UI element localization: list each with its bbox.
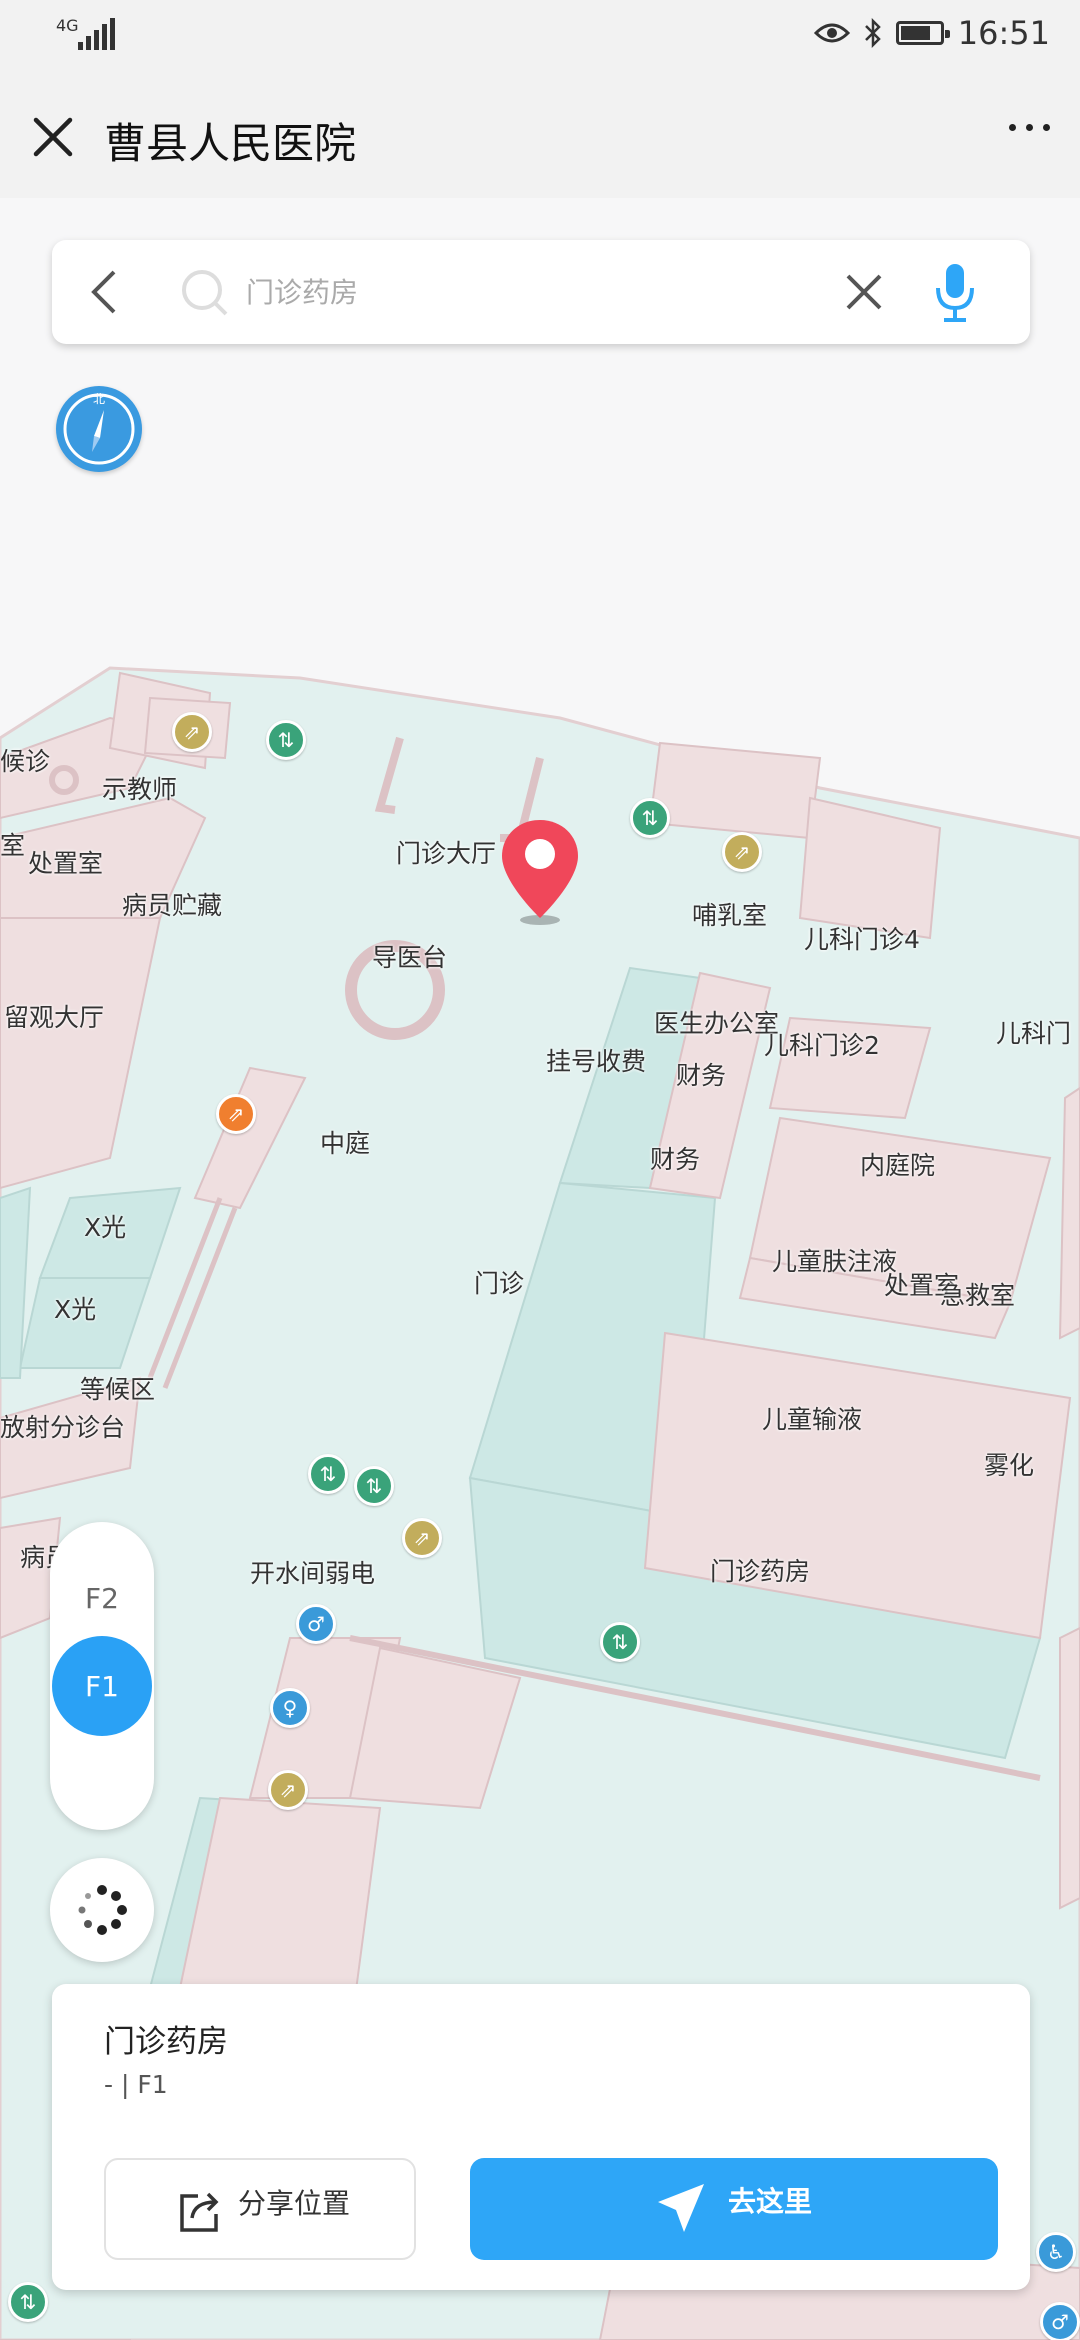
- search-bar: [52, 240, 1030, 344]
- map-label-erkemen-edge: 儿科门: [996, 1019, 1072, 1048]
- place-name: 门诊药房: [104, 2024, 228, 2060]
- map-label-ertongshuye: 儿童输液: [762, 1405, 863, 1434]
- bluetooth-icon: [864, 18, 881, 48]
- navigate-here-label: 去这里: [728, 2185, 813, 2218]
- map-label-bingyuanzhucang: 病员贮藏: [122, 891, 223, 920]
- map-label-shijiaoshi: 示教师: [102, 775, 178, 804]
- compass-icon: 北: [63, 392, 135, 465]
- map-label-neitingyuan: 内庭院: [860, 1151, 936, 1180]
- room-right-lower: [1059, 1626, 1080, 1910]
- elevator-icon[interactable]: ⇅: [308, 1454, 348, 1494]
- room-buru: [648, 741, 822, 840]
- elevator-icon[interactable]: ⇅: [600, 1622, 640, 1662]
- map-label-wuhua: 雾化: [984, 1451, 1035, 1480]
- map-label-caiwu-1: 财务: [676, 1061, 727, 1090]
- search-input[interactable]: [246, 266, 846, 318]
- share-location-label: 分享位置: [238, 2187, 351, 2220]
- signal-icon: [78, 18, 115, 50]
- elevator-icon[interactable]: ⇅: [630, 798, 670, 838]
- restroom-icon[interactable]: ♀: [270, 1688, 310, 1728]
- map-label-xguang-1: X光: [84, 1213, 127, 1242]
- back-icon[interactable]: [86, 268, 122, 316]
- map-label-guahaoshoufei: 挂号收费: [546, 1047, 647, 1076]
- share-location-button[interactable]: 分享位置: [104, 2158, 416, 2260]
- map-label-kaishuijian: 开水间弱电: [250, 1559, 376, 1588]
- compass-button[interactable]: 北: [56, 386, 142, 472]
- map-label-menzhendating: 门诊大厅: [396, 839, 497, 868]
- escalator-icon[interactable]: ⇗: [722, 832, 762, 872]
- more-icon[interactable]: [1009, 124, 1050, 131]
- location-pin-icon[interactable]: [498, 816, 582, 926]
- map-label-zhongting: 中庭: [320, 1129, 371, 1158]
- map-label-fuzhuye: 儿童肤注液: [772, 1247, 898, 1276]
- network-type: 4G: [56, 16, 79, 35]
- escalator-icon[interactable]: ⇗: [402, 1518, 442, 1558]
- map-label-erkemenzhen4: 儿科门诊4: [804, 925, 920, 954]
- status-bar: 4G 16:51: [0, 0, 1080, 72]
- loading-spinner-icon: [78, 1885, 127, 1935]
- map-label-buru: 哺乳室: [692, 901, 768, 930]
- restroom-icon[interactable]: ♂: [1040, 2302, 1080, 2340]
- map-label-menzhen-partial: 门诊: [474, 1269, 525, 1298]
- map-label-daoyitai: 导医台: [372, 943, 448, 972]
- restroom-icon[interactable]: ♂: [296, 1604, 336, 1644]
- map-label-liuguandating: 留观大厅: [4, 1003, 105, 1032]
- page-title: 曹县人民医院: [104, 119, 357, 168]
- accessibility-icon[interactable]: ♿: [1036, 2232, 1076, 2272]
- map-label-yishengbangongshi: 医生办公室: [654, 1009, 780, 1038]
- search-icon: [182, 270, 228, 316]
- map-label-jijiushi: 急救室: [940, 1281, 1016, 1310]
- floor-switcher: F2 F1: [50, 1522, 154, 1830]
- map-label-caiwu-2: 财务: [650, 1145, 701, 1174]
- place-card: 门诊药房 - | F1 分享位置 去这里: [52, 1984, 1030, 2290]
- microphone-icon[interactable]: [932, 260, 978, 324]
- compass-north-label: 北: [93, 392, 105, 406]
- map-label-chuzhishi: 处置室: [28, 849, 104, 878]
- elevator-icon[interactable]: ⇅: [354, 1466, 394, 1506]
- locate-button[interactable]: [50, 1858, 154, 1962]
- map-label-denghouqu: 等候区: [80, 1375, 156, 1404]
- map-label-erkemenzhen2: 儿科门诊2: [764, 1031, 880, 1060]
- clock: 16:51: [957, 14, 1050, 52]
- clear-icon[interactable]: [842, 270, 886, 314]
- stairs-icon[interactable]: ⇗: [216, 1094, 256, 1134]
- map-label-shi: 室: [0, 831, 26, 860]
- eye-icon: [813, 23, 850, 43]
- escalator-icon[interactable]: ⇗: [268, 1770, 308, 1810]
- share-icon: [180, 2192, 219, 2232]
- escalator-icon[interactable]: ⇗: [172, 712, 212, 752]
- place-detail: - | F1: [104, 2070, 168, 2099]
- navigation-arrow-icon: [658, 2184, 704, 2232]
- close-icon[interactable]: [28, 112, 78, 162]
- map-label-fangshefenzhen: 放射分诊台: [0, 1413, 126, 1442]
- map-label-houzhen: 候诊: [0, 747, 51, 776]
- floor-button-f2[interactable]: F2: [52, 1548, 152, 1648]
- elevator-icon[interactable]: ⇅: [266, 720, 306, 760]
- elevator-icon[interactable]: ⇅: [8, 2282, 48, 2322]
- battery-icon: [895, 21, 950, 45]
- map-label-xguang-2: X光: [54, 1295, 97, 1324]
- navigate-here-button[interactable]: 去这里: [470, 2158, 998, 2260]
- map-label-menzhenyaofang: 门诊药房: [710, 1557, 811, 1586]
- floor-button-f1[interactable]: F1: [52, 1636, 152, 1736]
- title-bar: 曹县人民医院: [0, 72, 1080, 198]
